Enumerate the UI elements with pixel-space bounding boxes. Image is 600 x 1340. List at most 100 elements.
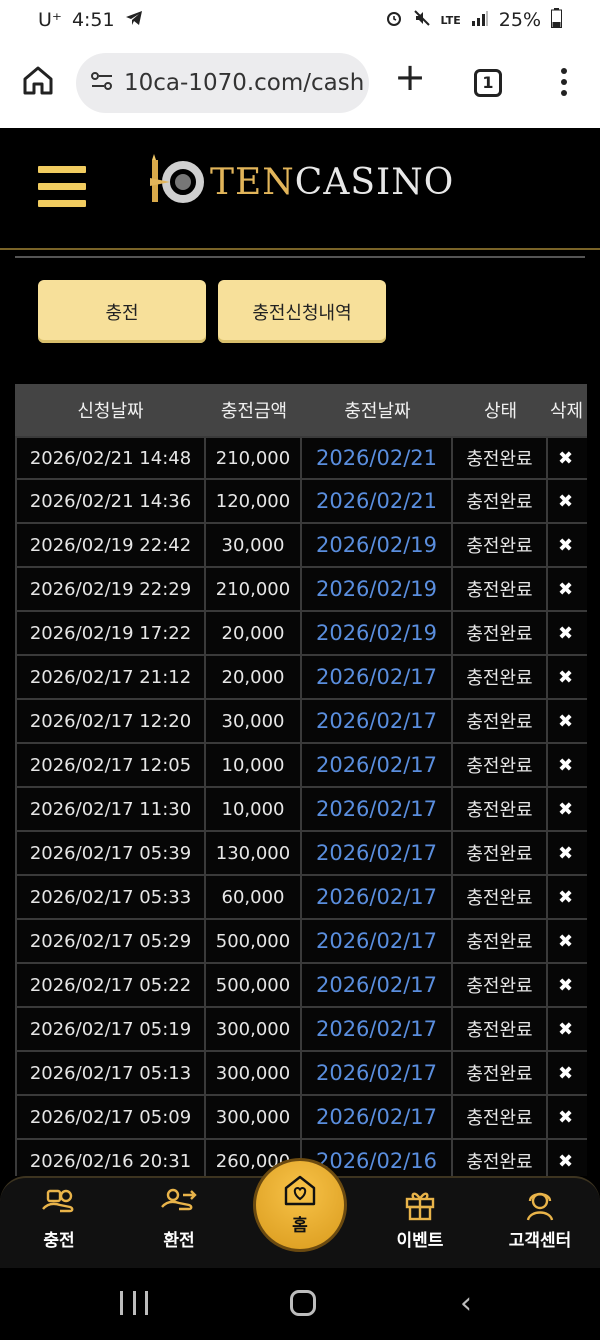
amount-cell: 10,000 (206, 744, 302, 788)
back-icon[interactable]: ‹ (460, 1286, 472, 1321)
charge-date-cell: 2026/02/17 (302, 788, 453, 832)
table-row: 2026/02/17 05:29 500,000 2026/02/17 충전완료 ✖ (15, 920, 587, 964)
recents-icon[interactable] (120, 1291, 148, 1315)
nav-charge-label: 충전 (43, 1231, 75, 1251)
alarm-icon (385, 9, 403, 32)
charge-date-cell: 2026/02/17 (302, 1096, 453, 1140)
nav-withdraw[interactable]: 환전 (129, 1182, 229, 1262)
url-text: 10ca-1070.com/cash (124, 70, 365, 96)
table-body: 2026/02/21 14:48 210,000 2026/02/21 충전완료 ✖ 20… (15, 436, 587, 1176)
network-label: LTE (440, 13, 461, 27)
withdraw-hand-icon (129, 1182, 229, 1226)
amount-cell: 120,000 (206, 480, 302, 524)
new-tab-icon[interactable]: + (392, 58, 428, 96)
mute-icon (413, 9, 431, 32)
system-navigation-bar: ‹ (0, 1268, 600, 1340)
delete-cell[interactable]: ✖ (548, 568, 587, 612)
site-settings-icon[interactable] (90, 71, 114, 95)
delete-cell[interactable]: ✖ (548, 1140, 587, 1176)
header-request-date: 신청날짜 (15, 384, 206, 436)
request-date-cell: 2026/02/17 05:19 (15, 1008, 206, 1052)
signal-icon (471, 9, 489, 31)
delete-cell[interactable]: ✖ (548, 788, 587, 832)
charge-date-cell: 2026/02/19 (302, 568, 453, 612)
delete-cell[interactable]: ✖ (548, 964, 587, 1008)
nav-event-label: 이벤트 (396, 1231, 444, 1251)
delete-cell[interactable]: ✖ (548, 612, 587, 656)
charge-date-cell: 2026/02/17 (302, 876, 453, 920)
request-date-cell: 2026/02/17 12:20 (15, 700, 206, 744)
nav-support[interactable]: 고객센터 (490, 1182, 590, 1262)
delete-cell[interactable]: ✖ (548, 1008, 587, 1052)
table-row: 2026/02/21 14:48 210,000 2026/02/21 충전완료 ✖ (15, 436, 587, 480)
table-row: 2026/02/17 21:12 20,000 2026/02/17 충전완료 ✖ (15, 656, 587, 700)
request-date-cell: 2026/02/19 17:22 (15, 612, 206, 656)
status-cell: 충전완료 (453, 1008, 548, 1052)
table-row: 2026/02/17 12:20 30,000 2026/02/17 충전완료 ✖ (15, 700, 587, 744)
system-home-icon[interactable] (290, 1290, 316, 1316)
browser-home-icon[interactable] (20, 62, 56, 98)
tab-switcher-button[interactable]: 1 (474, 69, 502, 97)
site-logo[interactable]: TENCASINO (148, 152, 454, 212)
amount-cell: 20,000 (206, 656, 302, 700)
request-date-cell: 2026/02/17 05:39 (15, 832, 206, 876)
amount-cell: 300,000 (206, 1052, 302, 1096)
delete-cell[interactable]: ✖ (548, 436, 587, 480)
nav-home-label: 홈 (292, 1216, 308, 1236)
amount-cell: 60,000 (206, 876, 302, 920)
amount-cell: 210,000 (206, 436, 302, 480)
table-row: 2026/02/17 12:05 10,000 2026/02/17 충전완료 ✖ (15, 744, 587, 788)
delete-cell[interactable]: ✖ (548, 832, 587, 876)
table-row: 2026/02/17 05:19 300,000 2026/02/17 충전완료 ✖ (15, 1008, 587, 1052)
status-cell: 충전완료 (453, 568, 548, 612)
hamburger-menu-icon[interactable] (38, 166, 86, 210)
nav-home-button[interactable]: 홈 (253, 1158, 347, 1252)
header-charge-date: 충전날짜 (302, 384, 453, 436)
delete-cell[interactable]: ✖ (548, 744, 587, 788)
charge-date-cell: 2026/02/17 (302, 656, 453, 700)
amount-cell: 20,000 (206, 612, 302, 656)
browser-toolbar: 10ca-1070.com/cash + 1 (0, 40, 600, 128)
section-divider (15, 256, 585, 258)
charge-date-cell: 2026/02/17 (302, 920, 453, 964)
request-date-cell: 2026/02/17 11:30 (15, 788, 206, 832)
delete-cell[interactable]: ✖ (548, 656, 587, 700)
status-cell: 충전완료 (453, 876, 548, 920)
address-bar[interactable]: 10ca-1070.com/cash (76, 53, 369, 113)
request-date-cell: 2026/02/21 14:48 (15, 436, 206, 480)
delete-cell[interactable]: ✖ (548, 524, 587, 568)
amount-cell: 300,000 (206, 1096, 302, 1140)
status-cell: 충전완료 (453, 612, 548, 656)
gift-icon (370, 1182, 470, 1226)
delete-cell[interactable]: ✖ (548, 1096, 587, 1140)
home-heart-icon (283, 1174, 317, 1211)
status-bar: U⁺ 4:51 LTE 25% (0, 0, 600, 40)
battery-icon (551, 7, 562, 33)
charge-history-tab-button[interactable]: 충전신청내역 (218, 280, 386, 343)
header-status: 상태 (453, 384, 548, 436)
amount-cell: 10,000 (206, 788, 302, 832)
charge-date-cell: 2026/02/21 (302, 480, 453, 524)
support-agent-icon (490, 1182, 590, 1226)
request-date-cell: 2026/02/17 05:29 (15, 920, 206, 964)
delete-cell[interactable]: ✖ (548, 1052, 587, 1096)
request-date-cell: 2026/02/17 21:12 (15, 656, 206, 700)
request-date-cell: 2026/02/19 22:29 (15, 568, 206, 612)
delete-cell[interactable]: ✖ (548, 480, 587, 524)
more-menu-icon[interactable] (554, 65, 574, 101)
logo-emblem-icon (148, 152, 206, 212)
charge-date-cell: 2026/02/17 (302, 744, 453, 788)
amount-cell: 210,000 (206, 568, 302, 612)
table-header-row: 신청날짜 충전금액 충전날짜 상태 삭제 (15, 384, 587, 436)
charge-date-cell: 2026/02/19 (302, 612, 453, 656)
delete-cell[interactable]: ✖ (548, 920, 587, 964)
request-date-cell: 2026/02/19 22:42 (15, 524, 206, 568)
delete-cell[interactable]: ✖ (548, 876, 587, 920)
charge-hand-icon (9, 1182, 109, 1226)
status-cell: 충전완료 (453, 656, 548, 700)
status-cell: 충전완료 (453, 744, 548, 788)
nav-charge[interactable]: 충전 (9, 1182, 109, 1262)
delete-cell[interactable]: ✖ (548, 700, 587, 744)
nav-event[interactable]: 이벤트 (370, 1182, 470, 1262)
charge-tab-button[interactable]: 충전 (38, 280, 206, 343)
